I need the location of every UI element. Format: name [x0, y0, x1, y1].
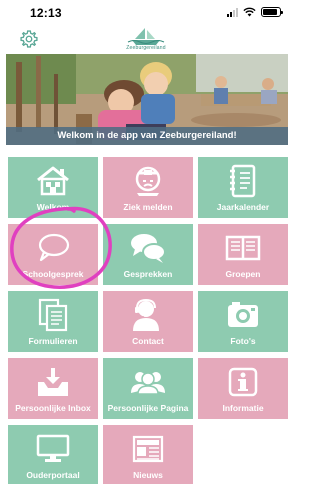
tile-label: Ouderportaal	[26, 470, 80, 480]
tile-label: Formulieren	[28, 336, 78, 346]
tile-contact[interactable]: Contact	[103, 291, 193, 352]
tile-jaarkalender[interactable]: Jaarkalender	[198, 157, 288, 218]
tile-persoonlijke-inbox[interactable]: Persoonlijke Inbox	[8, 358, 98, 419]
people-icon	[131, 372, 165, 395]
tile-groepen[interactable]: Groepen	[198, 224, 288, 285]
gear-icon	[20, 30, 38, 48]
tile-label: Persoonlijke Pagina	[107, 403, 189, 413]
monitor-icon	[36, 434, 70, 462]
tile-formulieren[interactable]: Formulieren	[8, 291, 98, 352]
tile-label: Gesprekken	[123, 269, 173, 279]
menu-grid: Welkom Ziek melden Jaarkalender Schoolge…	[8, 157, 289, 484]
tile-label: Welkom	[36, 202, 70, 212]
tile-ouderportaal[interactable]: Ouderportaal	[8, 425, 98, 484]
wifi-icon	[243, 7, 256, 17]
hero-caption: Welkom in de app van Zeeburgereiland!	[6, 127, 288, 145]
hero-banner: Welkom in de app van Zeeburgereiland!	[6, 54, 288, 145]
tile-label: Jaarkalender	[216, 202, 270, 212]
contact-person-icon	[133, 298, 159, 331]
ship-logo-icon	[127, 28, 165, 45]
documents-icon	[38, 298, 68, 332]
tile-label: Ziek melden	[123, 202, 173, 212]
tile-label: Nieuws	[133, 470, 163, 480]
tile-welkom[interactable]: Welkom	[8, 157, 98, 218]
battery-level	[263, 9, 278, 15]
tile-label: Schoolgesprek	[22, 269, 84, 279]
status-icons	[227, 7, 283, 17]
battery-icon	[261, 7, 283, 17]
tile-label: Foto's	[230, 336, 256, 346]
tile-fotos[interactable]: Foto's	[198, 291, 288, 352]
cellular-signal-icon	[227, 7, 238, 17]
status-time: 12:13	[30, 6, 62, 20]
status-bar: 12:13	[0, 0, 293, 22]
tile-ziek-melden[interactable]: Ziek melden	[103, 157, 193, 218]
tile-informatie[interactable]: Informatie	[198, 358, 288, 419]
tile-nieuws[interactable]: Nieuws	[103, 425, 193, 484]
chat-bubbles-icon	[131, 234, 166, 263]
settings-button[interactable]	[18, 28, 40, 50]
app-header: Zeeburgereiland	[0, 22, 293, 54]
tile-persoonlijke-pagina[interactable]: Persoonlijke Pagina	[103, 358, 193, 419]
speech-bubble-icon	[38, 233, 70, 262]
logo-subtitle: Zeeburgereiland	[126, 45, 166, 51]
tile-label: Contact	[132, 336, 164, 346]
house-icon	[37, 166, 69, 196]
tile-label: Groepen	[225, 269, 261, 279]
tile-schoolgesprek[interactable]: Schoolgesprek	[8, 224, 98, 285]
tile-label: Persoonlijke Inbox	[15, 403, 91, 413]
inbox-icon	[38, 368, 68, 396]
camera-icon	[228, 302, 258, 327]
calendar-icon	[230, 164, 256, 198]
tile-gesprekken[interactable]: Gesprekken	[103, 224, 193, 285]
book-icon	[225, 235, 261, 261]
info-icon	[228, 367, 258, 397]
tile-label: Informatie	[222, 403, 264, 413]
school-logo: Zeeburgereiland	[108, 26, 184, 52]
newspaper-icon	[132, 435, 164, 463]
sick-face-icon	[135, 166, 161, 196]
